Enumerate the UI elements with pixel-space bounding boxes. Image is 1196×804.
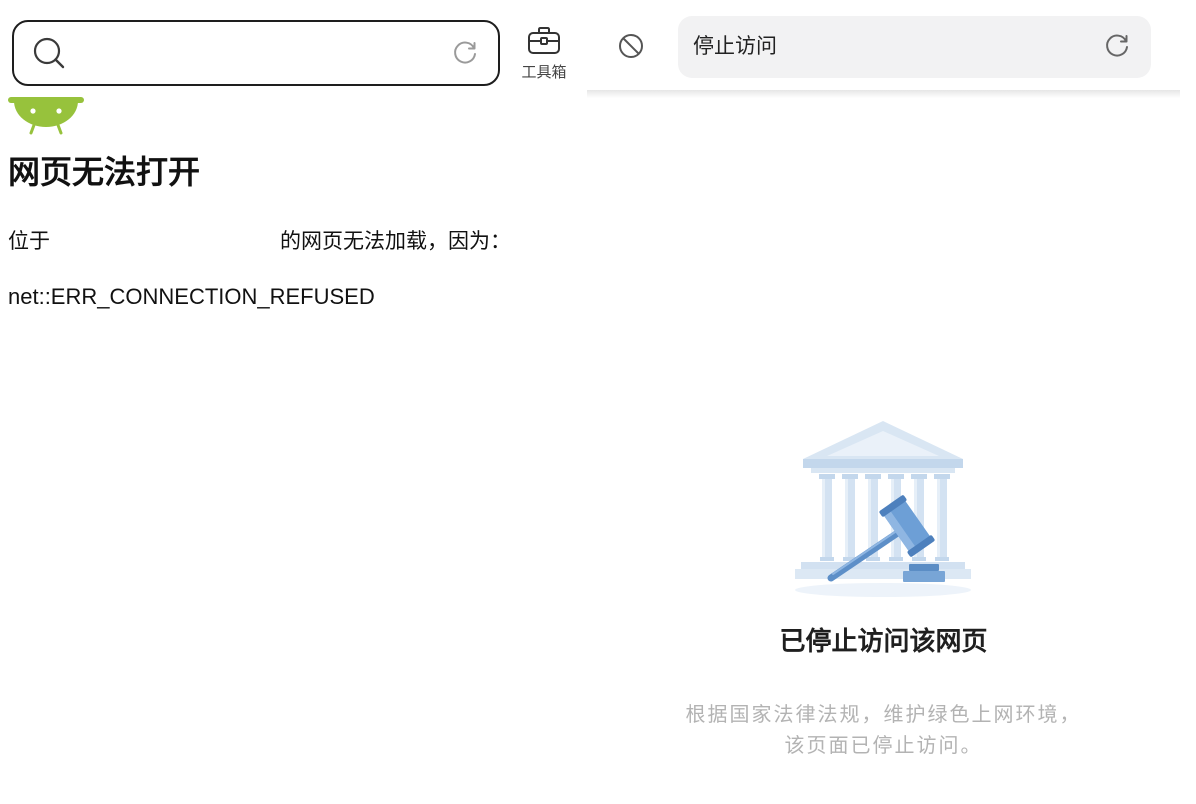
column: [934, 474, 950, 561]
search-bar[interactable]: [12, 20, 500, 86]
reload-icon[interactable]: [1104, 33, 1130, 59]
reload-icon[interactable]: [452, 40, 478, 66]
error-code: net::ERR_CONNECTION_REFUSED: [8, 284, 375, 309]
address-text[interactable]: 停止访问: [693, 16, 777, 78]
error-message-suffix: 的网页无法加载，因为：: [280, 230, 511, 253]
courthouse-gavel-illustration: [795, 421, 971, 597]
search-input[interactable]: [76, 32, 440, 76]
column: [819, 474, 835, 561]
toolbox-label: 工具箱: [521, 64, 567, 81]
toolbox-button[interactable]: 工具箱: [516, 25, 572, 82]
toolbar-divider: [587, 90, 1180, 98]
android-robot-icon: [7, 96, 85, 138]
address-bar[interactable]: 停止访问: [678, 16, 1151, 78]
block-icon[interactable]: [616, 31, 646, 61]
steps: [801, 562, 965, 569]
blocked-title: 已停止访问该网页: [779, 626, 988, 656]
toolbox-icon: [516, 25, 572, 55]
sound-block: [903, 564, 945, 582]
blocked-description: 根据国家法律法规，维护绿色上网环境， 该页面已停止访问。: [587, 700, 1180, 762]
ground-shadow: [795, 583, 971, 597]
courthouse: [795, 421, 971, 579]
blocked-description-line: 该页面已停止访问。: [784, 735, 983, 757]
blocked-description-line: 根据国家法律法规，维护绿色上网环境，: [685, 704, 1082, 726]
column: [842, 474, 858, 561]
redacted-url: [50, 232, 280, 252]
error-message-prefix: 位于: [8, 230, 50, 253]
search-icon[interactable]: [28, 34, 68, 74]
error-title: 网页无法打开: [8, 154, 201, 190]
error-message: 位于 的网页无法加载，因为：: [8, 229, 511, 255]
